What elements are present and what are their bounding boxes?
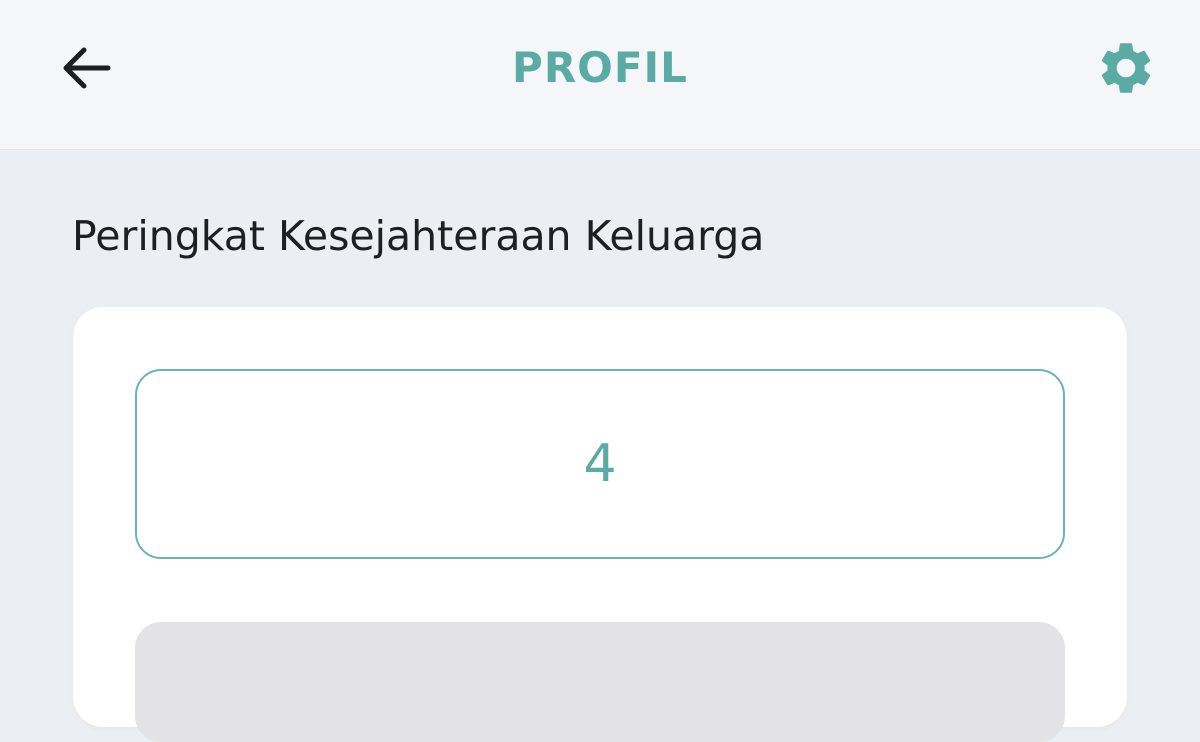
back-button[interactable] bbox=[52, 38, 120, 98]
arrow-left-icon bbox=[63, 47, 111, 89]
settings-button[interactable] bbox=[1090, 35, 1162, 101]
loading-placeholder bbox=[135, 622, 1065, 742]
rank-box: 4 bbox=[135, 369, 1065, 559]
section-title: Peringkat Kesejahteraan Keluarga bbox=[72, 212, 765, 260]
page-title: PROFIL bbox=[512, 43, 688, 92]
rank-value: 4 bbox=[583, 434, 617, 494]
app-bar: PROFIL bbox=[0, 0, 1200, 150]
rank-card: 4 bbox=[73, 307, 1127, 742]
gear-icon bbox=[1101, 43, 1151, 93]
